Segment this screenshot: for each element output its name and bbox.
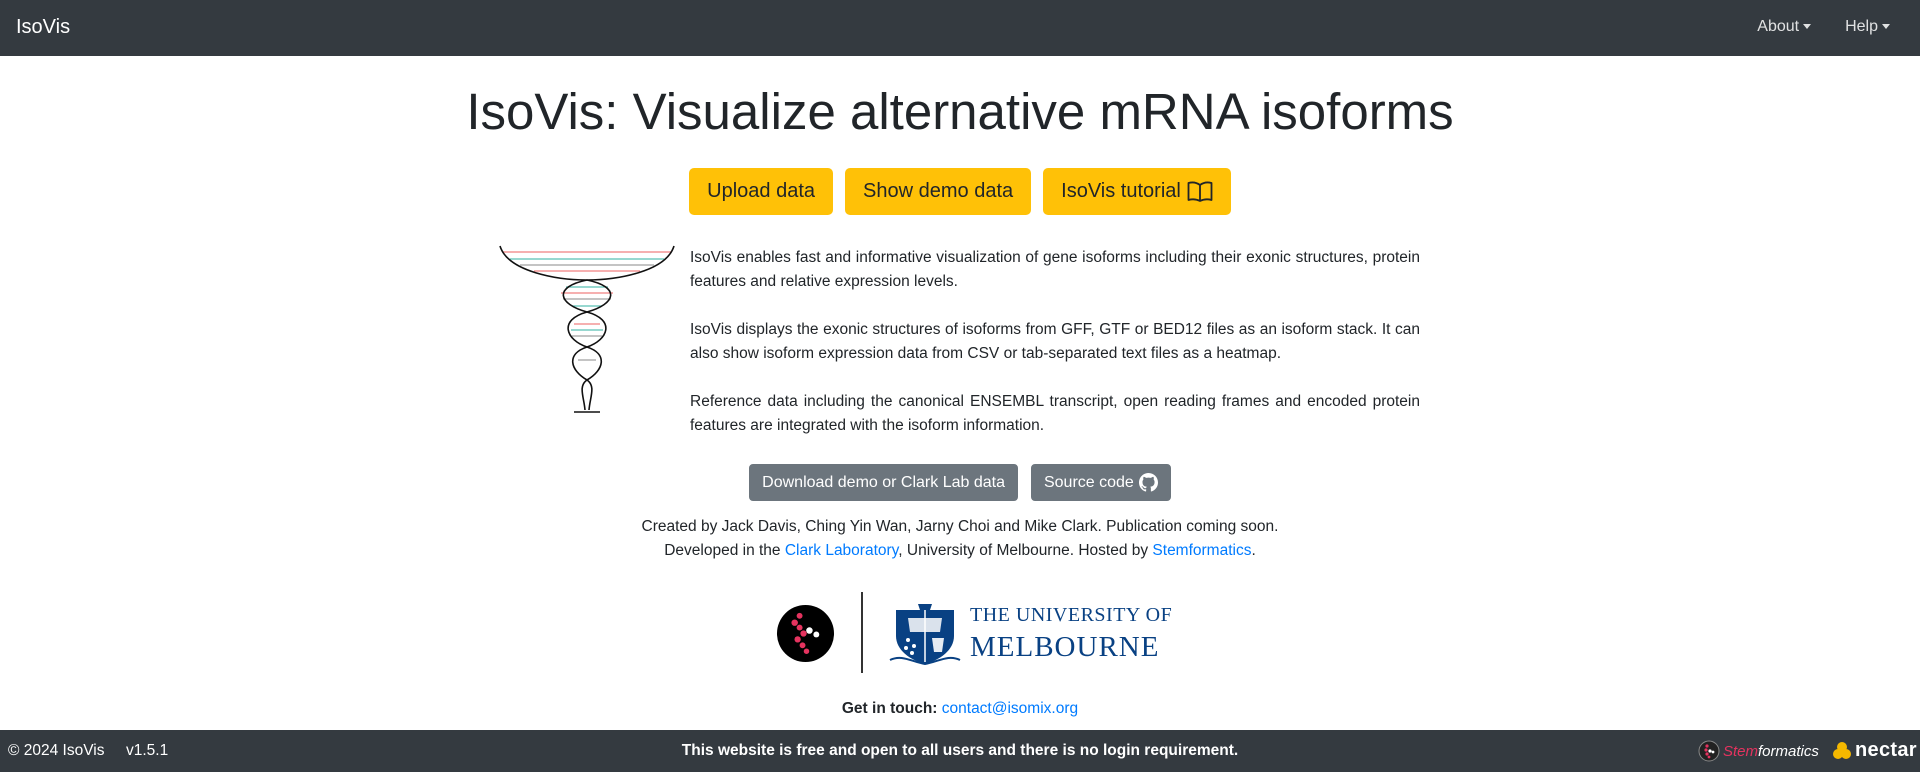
footer-message: This website is free and open to all use… [681,742,1239,759]
credits-text: Developed in the [664,542,785,559]
secondary-actions: Download demo or Clark Lab data Source c… [0,464,1920,501]
primary-actions: Upload data Show demo data IsoVis tutori… [0,168,1920,215]
nav-help-dropdown[interactable]: Help [1845,18,1890,36]
credits-affiliation: Developed in the Clark Laboratory, Unive… [0,539,1920,563]
page-title: IsoVis: Visualize alternative mRNA isofo… [466,83,1454,140]
caret-down-icon [1803,23,1812,29]
contact-email-link[interactable]: contact@isomix.org [942,700,1078,717]
nav-about-label: About [1757,18,1800,35]
intro-paragraph: Reference data including the canonical E… [690,393,1420,434]
credits-text: . [1251,542,1256,559]
nav-about-dropdown[interactable]: About [1757,18,1812,36]
footer: © 2024 IsoVis v1.5.1 This website is fre… [0,730,1920,772]
brand-link[interactable]: IsoVis [16,16,70,39]
credits: Created by Jack Davis, Ching Yin Wan, Ja… [0,515,1920,563]
tutorial-label: IsoVis tutorial [1061,180,1181,202]
nectar-logo[interactable]: nectar [1832,739,1917,762]
stemformatics-link[interactable]: Stemformatics [1152,542,1251,559]
book-icon [1187,181,1213,202]
logo-divider [861,592,863,673]
stemformatics-logo[interactable] [776,604,835,663]
github-icon [1138,473,1158,492]
partner-logos: THE UNIVERSITY OF MELBOURNE [0,592,1920,674]
upload-data-button[interactable]: Upload data [689,168,834,215]
unimelb-logo[interactable]: THE UNIVERSITY OF MELBOURNE [888,602,1172,666]
stemformatics-footer-text: Stemformatics [1723,743,1819,760]
download-data-label: Download demo or Clark Lab data [762,473,1005,491]
stemformatics-footer-icon [1698,740,1720,762]
nectar-icon [1833,741,1851,759]
stem-prefix: Stem [1723,742,1759,760]
top-navbar: IsoVis About Help [0,0,1920,56]
show-demo-button[interactable]: Show demo data [845,168,1032,215]
credits-authors: Created by Jack Davis, Ching Yin Wan, Ja… [641,518,1279,535]
clark-lab-link[interactable]: Clark Laboratory [785,542,898,559]
contact-line: Get in touch: contact@isomix.org [0,700,1920,718]
isovis-logo-icon [499,245,675,413]
stem-suffix: formatics [1758,742,1819,760]
nectar-text: nectar [1855,739,1917,761]
tutorial-button[interactable]: IsoVis tutorial [1043,168,1231,215]
stemformatics-footer-logo[interactable]: Stemformatics [1698,740,1819,762]
caret-down-icon [1882,23,1890,29]
unimelb-line1: THE UNIVERSITY OF [970,604,1173,626]
unimelb-line2: MELBOURNE [970,631,1160,663]
credits-text: , University of Melbourne. Hosted by [898,542,1153,559]
navbar-menu: About Help [1757,18,1890,36]
download-data-button[interactable]: Download demo or Clark Lab data [749,464,1018,501]
source-code-label: Source code [1043,473,1134,491]
unimelb-crest-icon [889,604,961,666]
upload-data-label: Upload data [707,180,816,202]
show-demo-label: Show demo data [863,180,1014,202]
intro-paragraph: IsoVis enables fast and informative visu… [690,249,1420,290]
contact-label: Get in touch: [841,700,938,717]
intro-paragraph: IsoVis displays the exonic structures of… [690,321,1420,362]
unimelb-wordmark: THE UNIVERSITY OF MELBOURNE [970,604,1172,664]
source-code-button[interactable]: Source code [1030,464,1171,501]
nav-help-label: Help [1845,18,1878,35]
intro-text: IsoVis enables fast and informative visu… [690,246,1420,462]
